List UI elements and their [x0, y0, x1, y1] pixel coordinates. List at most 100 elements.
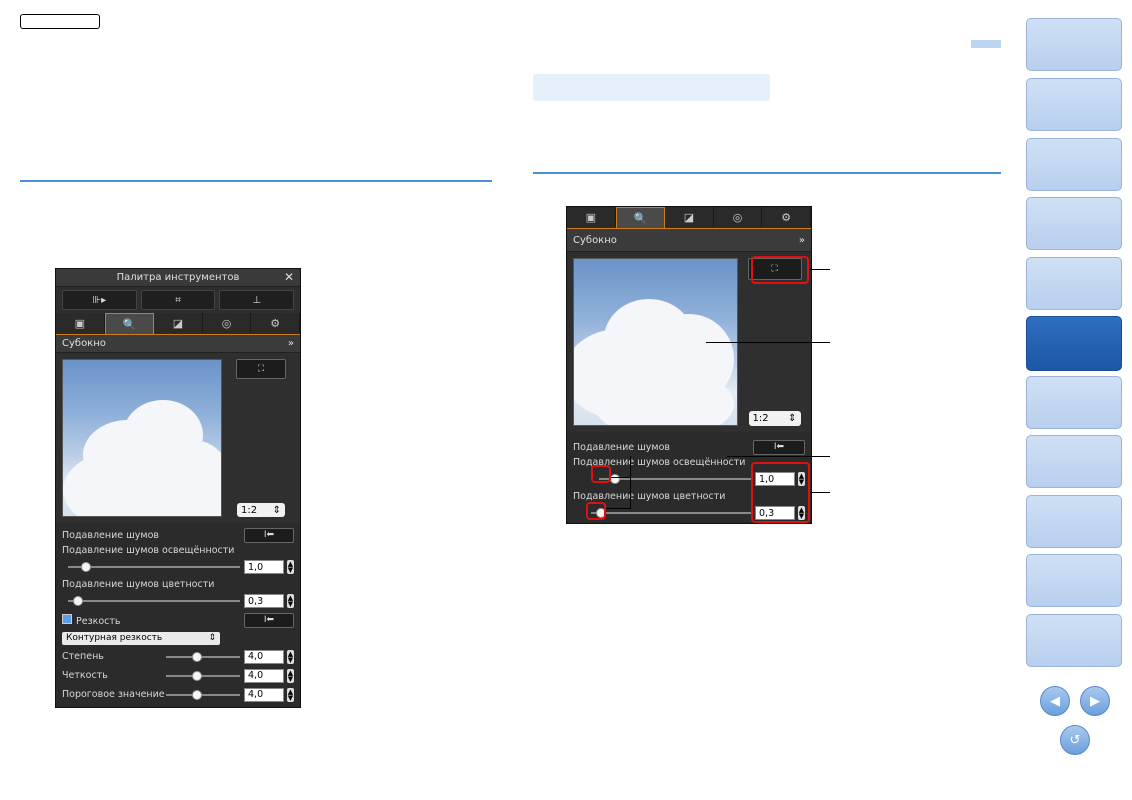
sharpness-wrap: Резкость	[62, 613, 121, 627]
zoom-value-zoomed: 1:2	[752, 413, 769, 424]
threshold-row: Пороговое значение 4,0 ▲ ▼	[56, 685, 300, 704]
leader-line	[809, 269, 830, 270]
select-icon: ⇕	[208, 633, 216, 643]
leader-line	[810, 492, 830, 493]
highlight-pill	[533, 74, 770, 101]
strength-value[interactable]: 4,0	[244, 649, 284, 664]
nav-tab-7[interactable]	[1026, 376, 1122, 429]
tab-color-zoomed[interactable]: ◎	[714, 207, 763, 227]
strength-knob[interactable]	[192, 651, 202, 662]
luma-knob-zoomed[interactable]	[610, 474, 620, 484]
sharpness-reset-button[interactable]: I⬅	[244, 612, 294, 628]
luma-slider-zoomed[interactable]	[599, 474, 751, 484]
luma-slider[interactable]	[68, 562, 240, 572]
strength-slider[interactable]	[166, 651, 240, 662]
prev-icon: ◀	[1050, 693, 1060, 709]
nav-tab-11[interactable]	[1026, 614, 1122, 667]
leader-line	[630, 456, 631, 478]
nav-tab-10[interactable]	[1026, 554, 1122, 607]
fineness-row: Четкость 4,0 ▲ ▼	[56, 666, 300, 685]
subwindow-title-zoomed: Субокно	[573, 234, 617, 246]
tab-basic[interactable]: ▣	[56, 313, 105, 333]
fit-button[interactable]: ⛶	[236, 359, 286, 379]
chroma-slider[interactable]	[68, 596, 240, 606]
tab-detail-zoomed[interactable]: 🔍	[615, 207, 666, 228]
tab-settings[interactable]: ⚙	[251, 313, 300, 333]
tab-detail[interactable]: 🔍	[104, 313, 155, 334]
zoom-select[interactable]: 1:2 ⇕	[237, 503, 285, 517]
tool-palette-window: Палитра инструментов ✕ ⊪▸ ⌗ ⊥ ▣ 🔍 ◪ ◎ ⚙ …	[55, 268, 301, 708]
chroma-label-zoomed: Подавление шумов цветности	[573, 490, 726, 502]
fineness-slider[interactable]	[166, 670, 240, 681]
nav-tab-6[interactable]	[1026, 316, 1122, 371]
nav-tab-5[interactable]	[1026, 257, 1122, 310]
palette-tabs: ▣ 🔍 ◪ ◎ ⚙	[56, 313, 300, 335]
preview-area: ⛶ 1:2 ⇕	[56, 353, 300, 523]
fit-icon: ⛶	[257, 364, 265, 374]
header-box	[20, 14, 100, 29]
threshold-value[interactable]: 4,0	[244, 687, 284, 702]
palette-titlebar[interactable]: Палитра инструментов ✕	[56, 269, 300, 287]
tab-color[interactable]: ◎	[203, 313, 252, 333]
chroma-label: Подавление шумов цветности	[62, 578, 215, 590]
tab-settings-zoomed[interactable]: ⚙	[762, 207, 811, 227]
right-divider	[533, 172, 1001, 174]
noise-reset-button-zoomed[interactable]: I⬅	[753, 439, 805, 455]
chroma-spinner[interactable]: ▲ ▼	[287, 594, 294, 608]
strength-label: Степень	[62, 651, 104, 662]
strength-spinner[interactable]: ▲ ▼	[287, 649, 294, 664]
tab-curve[interactable]: ◪	[154, 313, 203, 333]
tab-curve-zoomed[interactable]: ◪	[665, 207, 714, 227]
subwindow-title: Субокно	[62, 338, 106, 349]
page-marker	[971, 40, 1001, 48]
nav-tab-9[interactable]	[1026, 495, 1122, 548]
sharpness-mode-row: Контурная резкость ⇕	[56, 629, 300, 647]
collapse-icon[interactable]: »	[288, 338, 294, 349]
threshold-slider[interactable]	[166, 689, 240, 700]
luma-knob[interactable]	[81, 562, 91, 572]
preview-image[interactable]	[62, 359, 222, 517]
chroma-value[interactable]: 0,3	[244, 594, 284, 608]
zoom-value: 1:2	[241, 504, 258, 516]
preview-controls: ⛶ 1:2 ⇕	[228, 359, 294, 517]
collapse-icon-zoomed[interactable]: »	[799, 235, 805, 246]
fineness-knob[interactable]	[192, 670, 202, 681]
callout-chroma-knob	[586, 502, 606, 520]
sharpness-checkbox[interactable]	[62, 613, 72, 624]
back-button[interactable]: ↺	[1060, 725, 1090, 755]
stamp-tool-button[interactable]: ⊥	[219, 290, 295, 310]
fineness-value[interactable]: 4,0	[244, 668, 284, 683]
subwindow-header-zoomed[interactable]: Субокно »	[567, 229, 811, 252]
nav-tab-3[interactable]	[1026, 138, 1122, 191]
rgb-tool-button[interactable]: ⊪▸	[62, 290, 137, 310]
sharpness-mode-select[interactable]: Контурная резкость ⇕	[62, 631, 220, 645]
nav-tab-1[interactable]	[1026, 18, 1122, 71]
back-icon: ↺	[1069, 732, 1081, 748]
subwindow-header[interactable]: Субокно »	[56, 335, 300, 353]
close-icon[interactable]: ✕	[284, 270, 294, 284]
noise-reset-button[interactable]: I⬅	[244, 527, 294, 543]
threshold-spinner[interactable]: ▲ ▼	[287, 687, 294, 702]
noise-heading-zoomed: Подавление шумов	[573, 441, 671, 453]
nav-tab-2[interactable]	[1026, 78, 1122, 131]
chroma-slider-zoomed[interactable]	[591, 508, 751, 518]
threshold-knob[interactable]	[192, 689, 202, 700]
fineness-spinner[interactable]: ▲ ▼	[287, 668, 294, 683]
luma-spinner[interactable]: ▲ ▼	[287, 560, 294, 574]
crop-tool-button[interactable]: ⌗	[140, 290, 216, 310]
zoom-select-zoomed[interactable]: 1:2 ⇕	[748, 411, 801, 426]
tab-basic-zoomed[interactable]: ▣	[567, 207, 616, 227]
spin-icon: ⇕	[272, 504, 281, 516]
chroma-knob[interactable]	[73, 596, 83, 606]
noise-header-row: Подавление шумов I⬅	[56, 527, 300, 543]
callout-value-boxes	[751, 462, 810, 523]
nav-tab-4[interactable]	[1026, 197, 1122, 250]
luma-row: 1,0 ▲ ▼	[56, 557, 300, 577]
luma-value[interactable]: 1,0	[244, 560, 284, 574]
prev-page-button[interactable]: ◀	[1040, 686, 1070, 716]
leader-line	[727, 456, 830, 457]
nav-tab-8[interactable]	[1026, 435, 1122, 488]
leader-line	[706, 342, 830, 343]
next-page-button[interactable]: ▶	[1080, 686, 1110, 716]
palette-title: Палитра инструментов	[116, 272, 240, 283]
